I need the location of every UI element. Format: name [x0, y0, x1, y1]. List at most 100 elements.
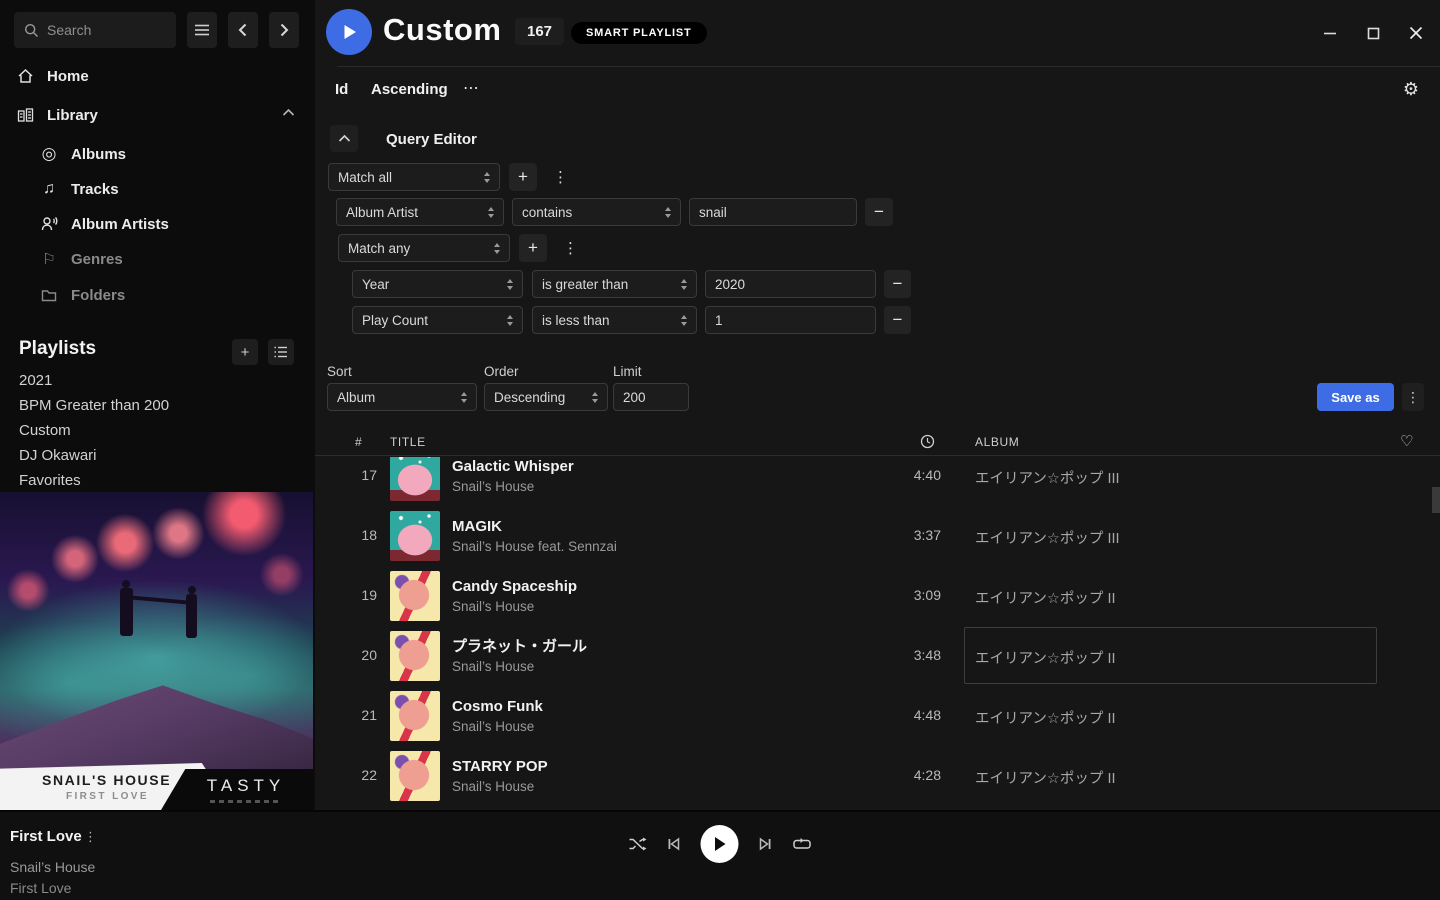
forward-button[interactable] [269, 12, 299, 48]
transport-controls [629, 825, 812, 863]
track-number: 19 [353, 587, 377, 603]
track-title: Candy Spaceship [452, 577, 577, 596]
track-album[interactable]: エイリアン☆ポップ III [975, 527, 1120, 548]
sidebar-top-controls [14, 12, 299, 48]
remove-nested-rule-button[interactable]: − [884, 270, 911, 298]
main-panel: Custom 167 SMART PLAYLIST Id Ascending ⋯… [315, 0, 1440, 810]
table-row[interactable]: 22 STARRY POP Snail’s House 4:28 エイリアン☆ポ… [315, 746, 1440, 806]
remove-rule-button[interactable]: − [865, 198, 893, 226]
playlist-item[interactable]: Favorites [19, 472, 81, 492]
select-caret-icon [507, 279, 513, 290]
track-album[interactable]: エイリアン☆ポップ II [975, 707, 1116, 728]
track-album[interactable]: エイリアン☆ポップ II [975, 587, 1116, 608]
root-match-value: Match all [338, 170, 392, 185]
track-list: 17 Galactic Whisper Snail’s House 4:40 エ… [315, 457, 1440, 808]
column-title[interactable]: TITLE [390, 435, 426, 449]
sort-direction-button[interactable]: Ascending [371, 81, 448, 98]
favorite-column-heart-icon[interactable]: ♡ [1400, 432, 1414, 450]
playlist-item[interactable]: BPM Greater than 200 [19, 397, 169, 417]
track-album[interactable]: エイリアン☆ポップ III [975, 467, 1120, 488]
nested-rule-value-input[interactable] [705, 306, 876, 334]
select-caret-icon [681, 315, 687, 326]
sidebar-item-tracks[interactable]: ♫ Tracks [0, 175, 315, 203]
window-close-button[interactable] [1407, 24, 1425, 42]
sort-field-button[interactable]: Id [335, 81, 348, 98]
playlist-options-button[interactable] [268, 339, 294, 365]
play-pause-button[interactable] [701, 825, 739, 863]
rule-field-select[interactable]: Album Artist [336, 198, 504, 226]
sort-select[interactable]: Album [327, 383, 477, 411]
group-menu-button[interactable]: ⋮ [553, 168, 568, 186]
limit-label: Limit [613, 364, 642, 379]
now-playing-artist: Snail’s House [10, 859, 95, 875]
column-index[interactable]: # [355, 435, 362, 449]
track-album[interactable]: エイリアン☆ポップ II [975, 767, 1116, 788]
sidebar-item-genres[interactable]: ⚐ Genres [0, 245, 315, 273]
back-button[interactable] [228, 12, 258, 48]
table-row[interactable]: 19 Candy Spaceship Snail’s House 3:09 エイ… [315, 566, 1440, 626]
menu-button[interactable] [187, 12, 217, 48]
add-nested-rule-button[interactable]: + [519, 234, 547, 262]
track-album[interactable]: エイリアン☆ポップ II [975, 647, 1116, 668]
next-track-button[interactable] [759, 837, 773, 851]
rule-operator-select[interactable]: contains [512, 198, 681, 226]
search-box[interactable] [14, 12, 176, 48]
root-match-select[interactable]: Match all [328, 163, 500, 191]
nested-rule-value-input[interactable] [705, 270, 876, 298]
column-album[interactable]: ALBUM [975, 435, 1019, 449]
query-editor-collapse-button[interactable] [330, 125, 358, 152]
search-icon [24, 23, 39, 38]
collapse-library-icon[interactable] [282, 108, 295, 117]
remove-nested-rule-button[interactable]: − [884, 306, 911, 334]
save-options-button[interactable]: ⋮ [1402, 383, 1424, 411]
search-input[interactable] [47, 22, 157, 38]
folders-icon [40, 288, 58, 302]
nested-rule-operator-select[interactable]: is less than [532, 306, 697, 334]
table-row[interactable]: 17 Galactic Whisper Snail’s House 4:40 エ… [315, 457, 1440, 506]
vertical-scrollbar[interactable] [1432, 487, 1440, 513]
view-more-button[interactable]: ⋯ [463, 78, 480, 98]
rule-value-input[interactable] [689, 198, 857, 226]
gear-icon[interactable]: ⚙ [1403, 79, 1419, 100]
sidebar-item-home[interactable]: Home [0, 62, 315, 90]
playlist-item[interactable]: DJ Okawari [19, 447, 97, 467]
sidebar-item-albums[interactable]: ◎ Albums [0, 140, 315, 168]
add-rule-button[interactable]: + [509, 163, 537, 191]
select-caret-icon [488, 207, 494, 218]
table-row[interactable]: 21 Cosmo Funk Snail’s House 4:48 エイリアン☆ポ… [315, 686, 1440, 746]
nested-rule-field-select[interactable]: Play Count [352, 306, 523, 334]
nested-rule-field-select[interactable]: Year [352, 270, 523, 298]
select-caret-icon [592, 392, 598, 403]
sidebar-item-album-artists[interactable]: Album Artists [0, 210, 315, 238]
now-playing-title: First Love [10, 828, 82, 845]
table-row[interactable]: 18 MAGIK Snail’s House feat. Sennzai 3:3… [315, 506, 1440, 566]
sidebar-item-folders[interactable]: Folders [0, 281, 315, 309]
shuffle-button[interactable] [629, 836, 647, 852]
track-number: 18 [353, 527, 377, 543]
duration-clock-icon[interactable] [920, 434, 935, 449]
window-maximize-button[interactable] [1364, 24, 1382, 42]
order-select[interactable]: Descending [484, 383, 608, 411]
playlist-item[interactable]: Custom [19, 422, 71, 442]
album-art-label-banner: TASTY [161, 769, 313, 810]
window-minimize-button[interactable] [1321, 24, 1339, 42]
add-playlist-button[interactable]: + [232, 339, 258, 365]
nested-rule-operator-select[interactable]: is greater than [532, 270, 697, 298]
track-info: Cosmo Funk Snail’s House [452, 697, 543, 735]
select-caret-icon [507, 315, 513, 326]
nested-group-menu-button[interactable]: ⋮ [563, 239, 578, 257]
previous-track-button[interactable] [667, 837, 681, 851]
sidebar-item-library[interactable]: Library [0, 101, 315, 129]
sidebar-item-label: Home [47, 68, 89, 85]
repeat-button[interactable] [793, 837, 812, 852]
nested-match-select[interactable]: Match any [338, 234, 510, 262]
table-row[interactable]: 20 プラネット・ガール Snail’s House 3:48 エイリアン☆ポッ… [315, 626, 1440, 686]
playlist-item[interactable]: 2021 [19, 372, 52, 392]
now-playing-album-art[interactable]: SNAIL'S HOUSE FIRST LOVE TASTY [0, 492, 313, 810]
track-artist: Snail’s House [452, 718, 543, 735]
now-playing-menu-button[interactable]: ⋮ [84, 829, 97, 845]
play-playlist-button[interactable] [326, 9, 372, 55]
track-title: MAGIK [452, 517, 617, 536]
save-as-button[interactable]: Save as [1317, 383, 1394, 411]
limit-input[interactable] [613, 383, 689, 411]
